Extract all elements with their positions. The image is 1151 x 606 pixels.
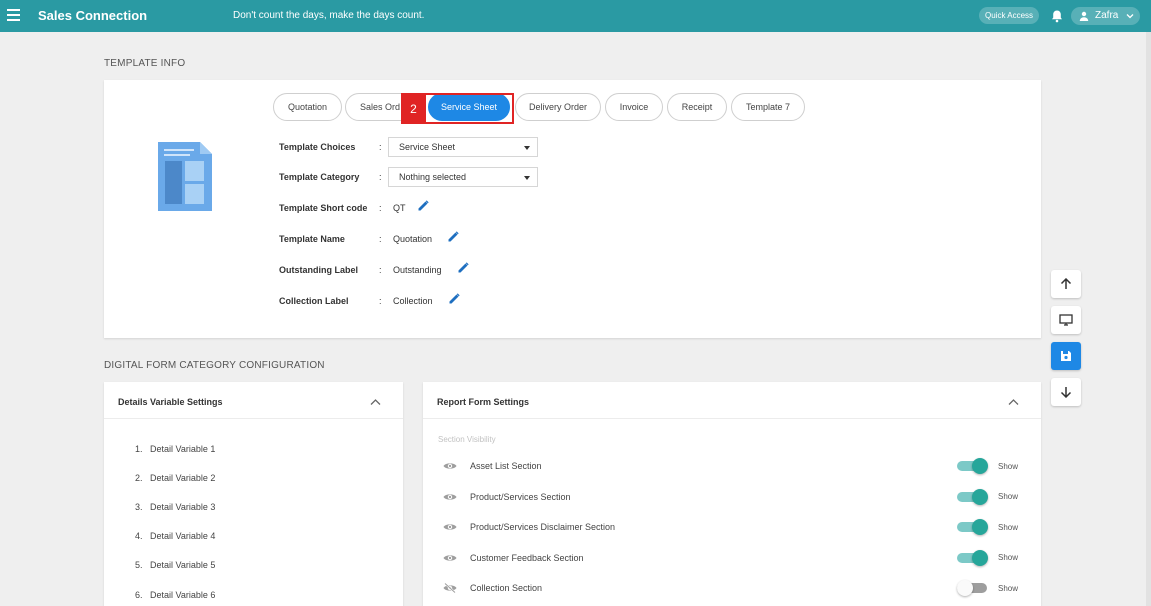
chevron-down-icon [1126,14,1134,19]
page-scrollbar[interactable] [1146,32,1151,606]
divider [104,418,403,419]
asset-list-section-label: Asset List Section [470,461,542,471]
edit-pencil-icon[interactable] [458,262,469,273]
colon: : [379,142,382,152]
template-choices-select[interactable]: Service Sheet [388,137,538,157]
eye-icon [443,494,457,500]
template-short-code-value: QT [393,203,406,213]
top-bar: Sales Connection Don't count the days, m… [0,0,1151,32]
arrow-down-icon [1060,387,1072,398]
chevron-up-icon[interactable] [370,398,381,406]
user-name: Zafra [1095,10,1119,21]
toggle-state-label: Show [998,492,1019,501]
template-name-value: Quotation [393,234,433,244]
user-icon [1079,11,1089,21]
save-button[interactable] [1051,342,1081,370]
chevron-up-icon[interactable] [1008,398,1019,406]
caret-down-icon [524,146,530,150]
brand-name[interactable]: Sales Connection [38,8,147,23]
customer-feedback-section-label: Customer Feedback Section [470,553,584,563]
toggle-state-label: Show [998,584,1019,593]
template-choices-value: Service Sheet [399,142,456,152]
user-menu-button[interactable]: Zafra [1071,7,1140,25]
product-services-disclaimer-label: Product/Services Disclaimer Section [470,522,616,532]
product-services-section-toggle[interactable] [957,489,988,505]
eye-icon [443,524,457,530]
collection-section-label: Collection Section [470,583,543,593]
toggle-state-label: Show [998,523,1019,532]
report-form-title: Report Form Settings [437,397,530,407]
colon: : [379,234,382,244]
detail-variable-item[interactable]: 6. Detail Variable 6 [135,590,215,600]
digital-form-config-title: DIGITAL FORM CATEGORY CONFIGURATION [104,360,325,371]
section-visibility-label: Section Visibility [438,435,496,444]
detail-variable-item[interactable]: 1. Detail Variable 1 [135,444,215,454]
scroll-bottom-button[interactable] [1051,378,1081,406]
save-floppy-icon [1061,351,1071,361]
colon: : [379,172,382,182]
document-template-icon [158,142,212,211]
monitor-icon [1059,314,1073,326]
customer-feedback-section-toggle[interactable] [957,550,988,566]
outstanding-label-value: Outstanding [393,265,442,275]
bell-icon[interactable] [1050,9,1064,23]
edit-pencil-icon[interactable] [449,293,460,304]
preview-button[interactable] [1051,306,1081,334]
template-category-label: Template Category [279,172,360,182]
template-info-title: TEMPLATE INFO [104,58,186,69]
tab-receipt[interactable]: Receipt [667,93,727,121]
tagline: Don't count the days, make the days coun… [233,10,425,21]
tab-invoice[interactable]: Invoice [605,93,663,121]
template-short-code-label: Template Short code [279,203,368,213]
toggle-state-label: Show [998,462,1019,471]
collection-label-label: Collection Label [279,296,349,306]
tab-delivery-order[interactable]: Delivery Order [515,93,601,121]
colon: : [379,265,382,275]
colon: : [379,296,382,306]
detail-variable-item[interactable]: 3. Detail Variable 3 [135,502,215,512]
product-services-section-label: Product/Services Section [470,492,571,502]
product-services-disclaimer-toggle[interactable] [957,519,988,535]
eye-slash-icon [443,583,457,593]
outstanding-label-label: Outstanding Label [279,265,359,275]
tab-template-7[interactable]: Template 7 [731,93,805,121]
eye-icon [443,463,457,469]
asset-list-section-toggle[interactable] [957,458,988,474]
details-variable-card [104,382,403,606]
tab-quotation[interactable]: Quotation [273,93,342,121]
toggle-state-label: Show [998,553,1019,562]
details-variable-title: Details Variable Settings [118,397,223,407]
scroll-top-button[interactable] [1051,270,1081,298]
template-name-label: Template Name [279,234,345,244]
caret-down-icon [524,176,530,180]
collection-section-toggle[interactable] [957,580,988,596]
detail-variable-item[interactable]: 5. Detail Variable 5 [135,560,215,570]
edit-pencil-icon[interactable] [418,200,429,211]
detail-variable-item[interactable]: 2. Detail Variable 2 [135,473,215,483]
template-category-select[interactable]: Nothing selected [388,167,538,187]
colon: : [379,203,382,213]
template-choices-label: Template Choices [279,142,356,152]
quick-access-button[interactable]: Quick Access [979,7,1040,24]
detail-variable-item[interactable]: 4. Detail Variable 4 [135,531,215,541]
arrow-up-icon [1060,278,1072,289]
menu-icon[interactable] [7,9,20,21]
step-number-badge: 2 [401,93,426,124]
collection-label-value: Collection [393,296,433,306]
template-category-value: Nothing selected [399,172,467,182]
divider [423,418,1041,419]
edit-pencil-icon[interactable] [448,231,459,242]
eye-icon [443,555,457,561]
